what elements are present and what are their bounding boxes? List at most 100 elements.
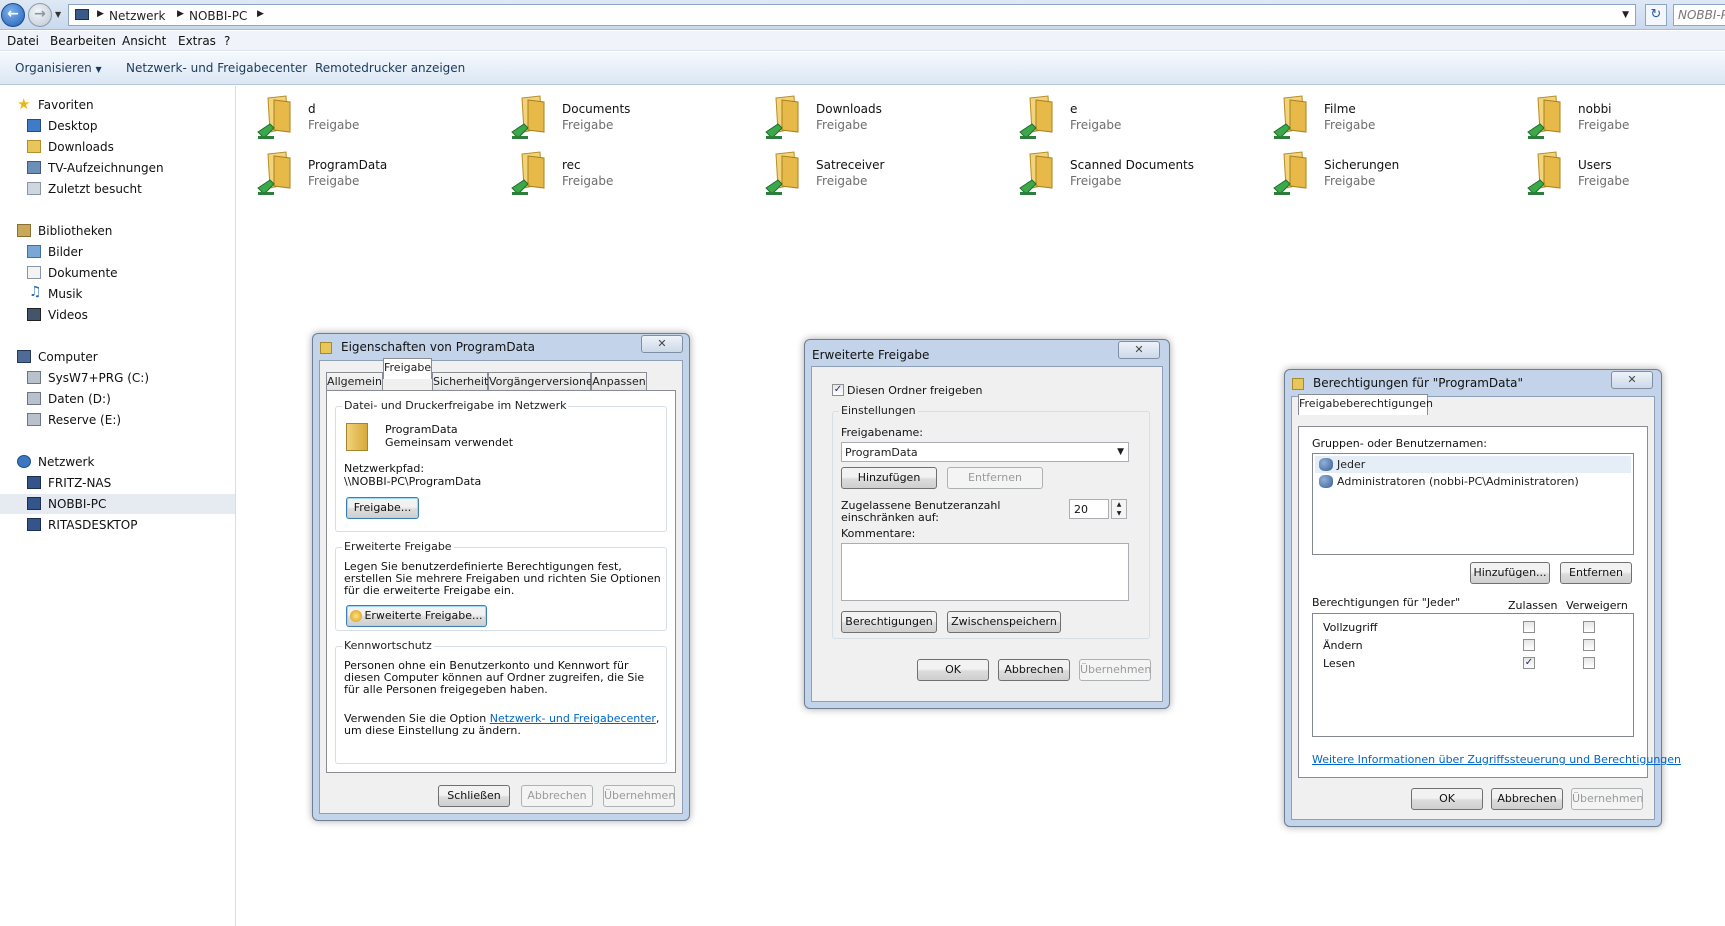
share-item[interactable]: ProgramData Freigabe	[256, 150, 506, 202]
deny-checkbox[interactable]	[1583, 621, 1595, 633]
share-button[interactable]: Freigabe...	[346, 497, 419, 519]
caching-button[interactable]: Zwischenspeichern	[947, 611, 1061, 633]
share-item[interactable]: Users Freigabe	[1526, 150, 1725, 202]
access-control-info-link[interactable]: Weitere Informationen über Zugriffssteue…	[1312, 753, 1681, 766]
share-item[interactable]: Satreceiver Freigabe	[764, 150, 1014, 202]
nav-item-drive-c[interactable]: SysW7+PRG (C:)	[0, 368, 235, 388]
user-limit-input[interactable]: 20	[1069, 499, 1109, 519]
nav-item-dokumente[interactable]: Dokumente	[0, 263, 235, 283]
search-input[interactable]: NOBBI-PC durchsuchen	[1673, 4, 1725, 26]
arrow-left-icon: ←	[7, 6, 19, 22]
share-name-select[interactable]: ProgramData ▼	[841, 442, 1129, 462]
shared-folder-icon	[765, 95, 799, 139]
tab-sicherheit[interactable]: Sicherheit	[432, 372, 488, 390]
share-item[interactable]: e Freigabe	[1018, 94, 1268, 146]
tab-vorgaengerversionen[interactable]: Vorgängerversionen	[488, 372, 600, 390]
nav-item-musik[interactable]: ♫ Musik	[0, 284, 235, 304]
share-item[interactable]: Filme Freigabe	[1272, 94, 1522, 146]
share-item[interactable]: d Freigabe	[256, 94, 506, 146]
nav-item-downloads[interactable]: Downloads	[0, 137, 235, 157]
nav-item-drive-d[interactable]: Daten (D:)	[0, 389, 235, 409]
menu-bearbeiten[interactable]: Bearbeiten	[50, 34, 116, 48]
users-listbox[interactable]: Jeder Administratoren (nobbi-PC\Administ…	[1312, 453, 1634, 555]
permissions-button[interactable]: Berechtigungen	[841, 611, 937, 633]
nav-item-desktop[interactable]: Desktop	[0, 116, 235, 136]
allow-checkbox[interactable]: ✓	[1523, 657, 1535, 669]
menu-ansicht[interactable]: Ansicht	[122, 34, 166, 48]
apply-button[interactable]: Übernehmen	[603, 785, 675, 807]
tab-anpassen[interactable]: Anpassen	[591, 372, 647, 390]
share-item[interactable]: Scanned Documents Freigabe	[1018, 150, 1268, 202]
user-limit-spinner[interactable]: ▲ ▼	[1111, 499, 1127, 519]
chevron-right-icon[interactable]: ▶	[177, 9, 184, 19]
tab-freigabe[interactable]: Freigabe	[383, 358, 432, 379]
nav-item-fritz-nas[interactable]: FRITZ-NAS	[0, 473, 235, 493]
comment-label: Kommentare:	[841, 527, 916, 540]
tab-share-permissions[interactable]: Freigabeberechtigungen	[1298, 394, 1433, 415]
nav-favorites[interactable]: ★ Favoriten	[0, 95, 235, 115]
share-item[interactable]: Downloads Freigabe	[764, 94, 1014, 146]
ok-button[interactable]: OK	[1411, 788, 1483, 810]
back-button[interactable]: ←	[1, 3, 25, 27]
nav-network[interactable]: Netzwerk	[0, 452, 235, 472]
tab-allgemein[interactable]: Allgemein	[326, 372, 383, 390]
breadcrumb-netzwerk[interactable]: Netzwerk	[109, 9, 165, 23]
close-dialog-button[interactable]: Schließen	[438, 785, 510, 807]
nav-item-nobbi-pc[interactable]: NOBBI-PC	[0, 494, 235, 514]
chevron-down-icon: ▼	[95, 65, 102, 74]
allow-checkbox[interactable]	[1523, 621, 1535, 633]
nav-item-bilder[interactable]: Bilder	[0, 242, 235, 262]
address-field[interactable]: ▶ Netzwerk ▶ NOBBI-PC ▶ ▼	[68, 4, 1636, 26]
group-label: Kennwortschutz	[342, 639, 434, 652]
menu-datei[interactable]: Datei	[7, 34, 39, 48]
apply-button[interactable]: Übernehmen	[1079, 659, 1151, 681]
share-item[interactable]: rec Freigabe	[510, 150, 760, 202]
organize-button[interactable]: Organisieren ▼	[15, 61, 102, 75]
nav-computer[interactable]: Computer	[0, 347, 235, 367]
apply-button[interactable]: Übernehmen	[1571, 788, 1643, 810]
breadcrumb-nobbi-pc[interactable]: NOBBI-PC	[189, 9, 247, 23]
nav-item-videos[interactable]: Videos	[0, 305, 235, 325]
refresh-button[interactable]: ↻	[1645, 4, 1667, 26]
drive-icon	[27, 413, 41, 426]
videos-icon	[27, 308, 41, 321]
add-share-button[interactable]: Hinzufügen	[841, 467, 937, 489]
chevron-right-icon[interactable]: ▶	[257, 9, 264, 19]
forward-button[interactable]: →	[28, 3, 52, 27]
remove-share-button[interactable]: Entfernen	[947, 467, 1043, 489]
nav-item-tv[interactable]: TV-Aufzeichnungen	[0, 158, 235, 178]
close-button[interactable]: ✕	[1611, 371, 1653, 389]
close-button[interactable]: ✕	[641, 335, 683, 353]
nav-item-drive-e[interactable]: Reserve (E:)	[0, 410, 235, 430]
share-folder-checkbox[interactable]: ✓	[832, 384, 844, 396]
nav-libraries[interactable]: Bibliotheken	[0, 221, 235, 241]
close-button[interactable]: ✕	[1118, 341, 1160, 359]
ok-button[interactable]: OK	[917, 659, 989, 681]
allow-checkbox[interactable]	[1523, 639, 1535, 651]
remove-user-button[interactable]: Entfernen	[1560, 562, 1632, 584]
share-name: Satreceiver	[816, 158, 885, 172]
nav-item-ritasdesktop[interactable]: RITASDESKTOP	[0, 515, 235, 535]
deny-checkbox[interactable]	[1583, 657, 1595, 669]
network-center-button[interactable]: Netzwerk- und Freigabecenter	[126, 61, 307, 75]
share-item[interactable]: Sicherungen Freigabe	[1272, 150, 1522, 202]
comment-input[interactable]	[841, 543, 1129, 601]
share-item[interactable]: Documents Freigabe	[510, 94, 760, 146]
menu-extras[interactable]: Extras	[178, 34, 216, 48]
advanced-sharing-button[interactable]: Erweiterte Freigabe...	[346, 605, 487, 627]
cancel-button[interactable]: Abbrechen	[1491, 788, 1563, 810]
menu-help[interactable]: ?	[224, 34, 230, 48]
share-item[interactable]: nobbi Freigabe	[1526, 94, 1725, 146]
cancel-button[interactable]: Abbrechen	[998, 659, 1070, 681]
recent-pages-dropdown[interactable]: ▼	[55, 10, 61, 19]
deny-checkbox[interactable]	[1583, 639, 1595, 651]
list-item-administratoren[interactable]: Administratoren (nobbi-PC\Administratore…	[1315, 473, 1631, 490]
list-item-jeder[interactable]: Jeder	[1315, 456, 1631, 473]
add-user-button[interactable]: Hinzufügen...	[1470, 562, 1550, 584]
chevron-down-icon[interactable]: ▼	[1622, 10, 1629, 20]
remote-printers-button[interactable]: Remotedrucker anzeigen	[315, 61, 465, 75]
nav-item-recent[interactable]: Zuletzt besucht	[0, 179, 235, 199]
chevron-right-icon[interactable]: ▶	[97, 9, 104, 19]
cancel-button[interactable]: Abbrechen	[521, 785, 593, 807]
star-icon: ★	[17, 95, 31, 113]
